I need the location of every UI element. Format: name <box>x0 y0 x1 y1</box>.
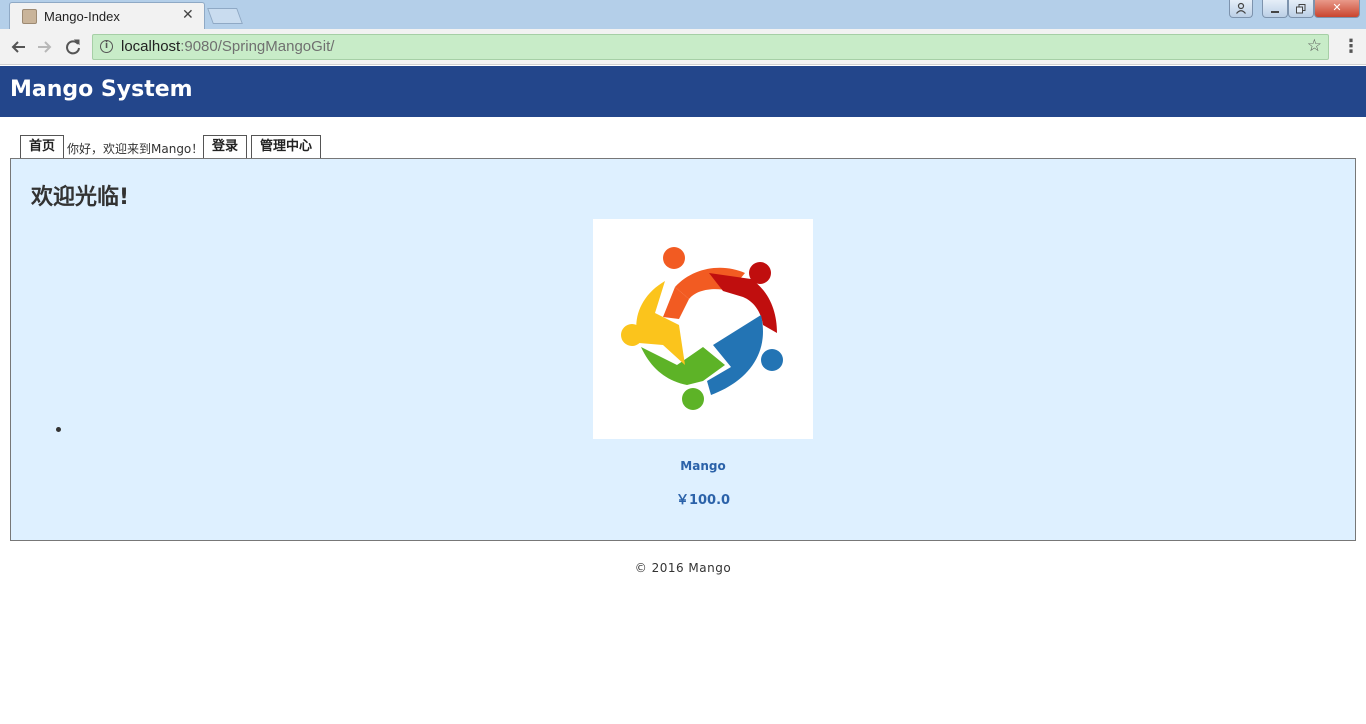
tab-admin-center[interactable]: 管理中心 <box>251 135 321 159</box>
product-price: ￥100.0 <box>675 493 731 508</box>
browser-titlebar: Mango-Index ✕ ✕ <box>0 0 1366 29</box>
forward-arrow-icon[interactable] <box>35 37 55 57</box>
reload-icon[interactable] <box>63 37 83 57</box>
tab-login[interactable]: 登录 <box>203 135 247 159</box>
product-image[interactable] <box>593 219 813 439</box>
footer-copyright: © 2016 Mango <box>634 561 732 575</box>
info-icon[interactable]: i <box>100 40 113 53</box>
address-bar[interactable]: i localhost:9080/SpringMangoGit/ ☆ <box>92 34 1329 60</box>
welcome-message: 你好，欢迎来到Mango！ <box>67 142 204 156</box>
page-heading: 欢迎光临! <box>31 185 130 210</box>
minimize-window-button[interactable] <box>1262 0 1288 18</box>
profile-icon[interactable] <box>1229 0 1253 18</box>
restore-window-button[interactable] <box>1288 0 1314 18</box>
product-card: Mango ￥100.0 <box>593 219 813 508</box>
site-title: Mango System <box>10 77 193 102</box>
close-tab-icon[interactable]: ✕ <box>182 7 194 23</box>
tab-home[interactable]: 首页 <box>20 135 64 159</box>
site-header: Mango System <box>0 66 1366 117</box>
more-menu-icon[interactable]: ⋮ <box>1342 36 1360 58</box>
close-window-button[interactable]: ✕ <box>1314 0 1360 18</box>
new-tab-button[interactable] <box>207 8 243 24</box>
url-text[interactable]: localhost:9080/SpringMangoGit/ <box>121 38 334 55</box>
product-name-link[interactable]: Mango <box>593 459 813 473</box>
tab-title: Mango-Index <box>44 9 120 24</box>
browser-toolbar: i localhost:9080/SpringMangoGit/ ☆ ⋮ <box>0 29 1366 65</box>
favicon-icon <box>22 9 37 24</box>
back-arrow-icon[interactable] <box>8 37 28 57</box>
list-bullet <box>56 427 61 432</box>
bookmark-star-icon[interactable]: ☆ <box>1307 36 1322 56</box>
content-panel: 欢迎光临! Mango ￥100.0 <box>10 158 1356 541</box>
teamwork-star-logo-icon <box>621 247 783 410</box>
browser-tab[interactable]: Mango-Index ✕ <box>9 2 205 29</box>
